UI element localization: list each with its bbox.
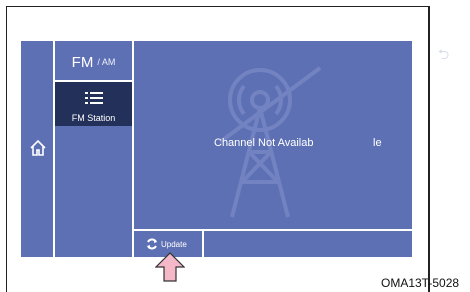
band-am-label: / AM <box>97 57 116 67</box>
fm-station-button[interactable]: FM Station <box>55 82 132 126</box>
figure-code: OMA13T-5028 <box>381 276 460 290</box>
pointer-arrow-icon <box>155 252 185 282</box>
status-message-part1: Channel Not Availab <box>214 137 314 149</box>
frame-divider <box>429 6 430 292</box>
back-icon: ⮌ <box>438 46 450 62</box>
divider-bottom-bar <box>134 229 412 231</box>
fm-station-label: FM Station <box>71 113 116 123</box>
refresh-icon <box>147 238 157 250</box>
update-label: Update <box>161 240 187 249</box>
divider-update <box>202 231 204 257</box>
divider-left-panel <box>132 41 134 257</box>
band-selector[interactable]: FM / AM <box>55 44 132 80</box>
list-icon <box>85 92 103 104</box>
status-message-part2: le <box>373 137 382 149</box>
band-fm-label: FM <box>71 53 94 71</box>
home-icon[interactable] <box>30 139 46 157</box>
